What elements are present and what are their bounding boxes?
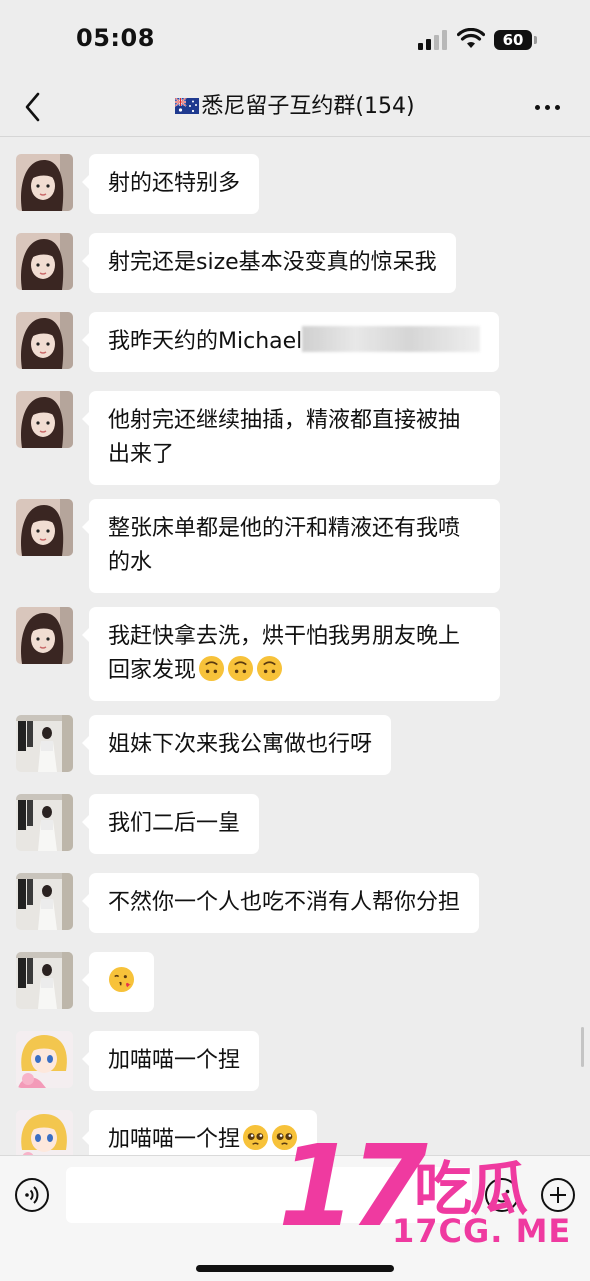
avatar-girl[interactable] [16, 499, 73, 556]
message-bubble[interactable]: 加喵喵一个捏 [81, 1031, 260, 1091]
avatar-anime[interactable] [16, 1031, 73, 1088]
message-text: 他射完还继续抽插，精液都直接被抽出来了 [108, 408, 461, 467]
avatar-girl[interactable] [16, 391, 73, 448]
message-bubble[interactable]: 姐妹下次来我公寓做也行呀 [81, 715, 392, 775]
status-bar: 05:08 60 [0, 0, 590, 78]
avatar-girl[interactable] [16, 607, 73, 664]
message-bubble[interactable]: 他射完还继续抽插，精液都直接被抽出来了 [82, 391, 500, 485]
cellular-signal-icon [418, 30, 450, 50]
battery-level: 60 [494, 30, 532, 50]
watermark-url: 17CG. ME [392, 1212, 572, 1250]
message-list[interactable]: 射的还特别多 射完还是size基本没变真的惊呆我 我昨天约的Michael 他射… [0, 137, 590, 1155]
message-text: 姐妹下次来我公寓做也行呀 [108, 732, 373, 757]
message-text: 我赶快拿去洗，烘干怕我男朋友晚上回家发现 [108, 624, 461, 683]
face-blowing-kiss-emoji-icon [108, 966, 135, 993]
message-bubble[interactable]: 我昨天约的Michael [81, 312, 500, 372]
avatar-anime[interactable] [16, 1110, 73, 1155]
upside-down-face-emoji-icon [256, 655, 283, 682]
upside-down-face-emoji-icon [198, 655, 225, 682]
more-options-icon[interactable] [534, 102, 562, 112]
message-text: 射完还是size基本没变真的惊呆我 [108, 250, 437, 275]
message-text: 我们二后一皇 [108, 811, 241, 836]
avatar-closet[interactable] [16, 873, 73, 930]
message-text: 加喵喵一个捏 [108, 1048, 241, 1073]
avatar-girl[interactable] [16, 154, 73, 211]
message-bubble[interactable]: 我赶快拿去洗，烘干怕我男朋友晚上回家发现 [82, 607, 500, 701]
redacted-text [302, 326, 481, 352]
message-bubble[interactable]: 不然你一个人也吃不消有人帮你分担 [81, 873, 480, 933]
message-text: 我昨天约的Michael [108, 329, 303, 354]
chat-header: 悉尼留子互约群(154) [0, 78, 590, 137]
avatar-girl[interactable] [16, 312, 73, 369]
message-bubble[interactable]: 射的还特别多 [81, 154, 260, 214]
chat-title: 悉尼留子互约群(154) [201, 94, 415, 119]
avatar-closet[interactable] [16, 952, 73, 1009]
avatar-closet[interactable] [16, 794, 73, 851]
message-bubble[interactable]: 射完还是size基本没变真的惊呆我 [82, 233, 456, 293]
wifi-icon [457, 28, 485, 48]
battery-icon: 60 [494, 30, 538, 52]
message-text: 不然你一个人也吃不消有人帮你分担 [108, 890, 461, 915]
chat-title-wrap: 悉尼留子互约群(154) [0, 90, 590, 124]
voice-input-icon[interactable] [14, 1177, 50, 1213]
message-text: 加喵喵一个捏 [108, 1127, 241, 1152]
upside-down-face-emoji-icon [227, 655, 254, 682]
message-text: 整张床单都是他的汗和精液还有我喷的水 [108, 516, 461, 575]
pleading-face-emoji-icon [242, 1124, 269, 1151]
message-text: 射的还特别多 [108, 171, 241, 196]
message-bubble[interactable] [82, 952, 154, 1012]
message-bubble[interactable]: 整张床单都是他的汗和精液还有我喷的水 [82, 499, 500, 593]
avatar-girl[interactable] [16, 233, 73, 290]
message-bubble[interactable]: 我们二后一皇 [81, 794, 260, 854]
australia-flag-icon [175, 98, 200, 114]
avatar-closet[interactable] [16, 715, 73, 772]
status-time: 05:08 [76, 24, 155, 52]
watermark-logo: 17 吃瓜 17CG. ME [276, 1122, 576, 1280]
scrollbar[interactable] [581, 1027, 584, 1067]
